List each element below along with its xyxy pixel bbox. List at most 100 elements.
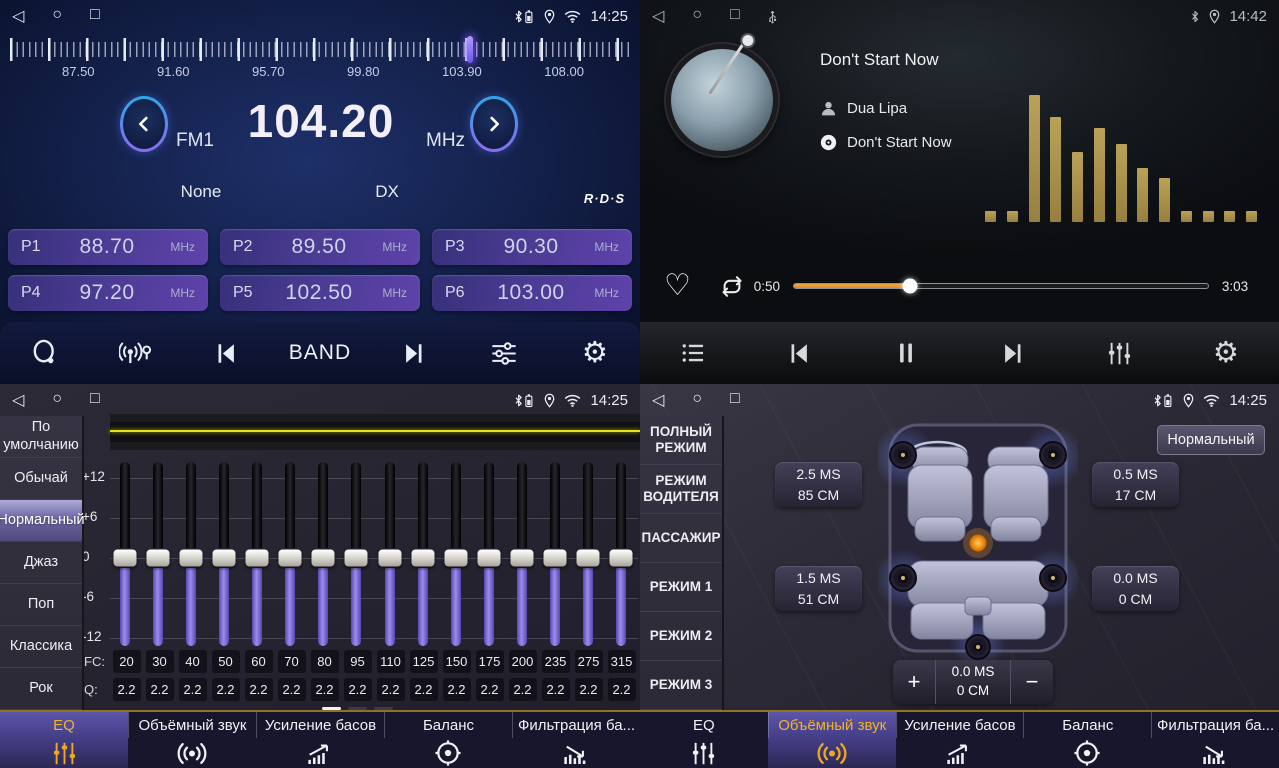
delay-increase-button[interactable]: +: [893, 660, 935, 704]
eq-band-slider-7[interactable]: [307, 462, 340, 648]
q-value-13[interactable]: 2.2: [509, 678, 537, 701]
tune-down-button[interactable]: [120, 96, 168, 152]
rear-left-delay-button[interactable]: 1.5 MS51 CM: [775, 566, 862, 611]
slider-handle[interactable]: [477, 550, 500, 567]
settings-button[interactable]: ⚙: [1198, 331, 1254, 375]
slider-handle[interactable]: [312, 550, 335, 567]
slider-handle[interactable]: [610, 550, 633, 567]
nav-home-icon[interactable]: ○: [52, 390, 62, 410]
playlist-button[interactable]: [665, 331, 721, 375]
eq-band-slider-2[interactable]: [141, 462, 174, 648]
pause-button[interactable]: [878, 331, 934, 375]
slider-handle[interactable]: [378, 550, 401, 567]
broadcast-button[interactable]: [108, 331, 164, 375]
q-value-7[interactable]: 2.2: [311, 678, 339, 701]
tab-filter[interactable]: Фильтрация ба...: [512, 712, 640, 768]
nav-recents-icon[interactable]: □: [90, 6, 100, 26]
skip-prev-button[interactable]: [772, 331, 828, 375]
slider-handle[interactable]: [179, 550, 202, 567]
fc-value-7[interactable]: 80: [311, 650, 339, 673]
fc-value-10[interactable]: 125: [410, 650, 438, 673]
slider-handle[interactable]: [577, 550, 600, 567]
fc-value-13[interactable]: 200: [509, 650, 537, 673]
fc-value-2[interactable]: 30: [146, 650, 174, 673]
tab-bass-boost[interactable]: Усиление басов: [256, 712, 384, 768]
q-value-4[interactable]: 2.2: [212, 678, 240, 701]
fc-value-15[interactable]: 275: [575, 650, 603, 673]
eq-horizontal-button[interactable]: [476, 331, 532, 375]
delay-decrease-button[interactable]: −: [1011, 660, 1053, 704]
staging-mode-4[interactable]: РЕЖИМ 1: [640, 563, 722, 612]
tab-surround[interactable]: Объёмный звук: [768, 712, 896, 768]
band-button[interactable]: BAND: [289, 331, 351, 375]
tune-up-button[interactable]: [470, 96, 518, 152]
preset-button-p4[interactable]: P497.20MHz: [8, 275, 208, 311]
fc-value-14[interactable]: 235: [542, 650, 570, 673]
staging-mode-2[interactable]: РЕЖИМ ВОДИТЕЛЯ: [640, 465, 722, 514]
fc-value-9[interactable]: 110: [377, 650, 405, 673]
q-value-1[interactable]: 2.2: [113, 678, 141, 701]
staging-mode-6[interactable]: РЕЖИМ 3: [640, 661, 722, 710]
preset-button-p6[interactable]: P6103.00MHz: [432, 275, 632, 311]
eq-preset-3[interactable]: Нормальный: [0, 500, 82, 542]
favorite-button[interactable]: ♡: [664, 271, 691, 301]
front-right-delay-button[interactable]: 0.5 MS17 CM: [1092, 462, 1179, 507]
scan-button[interactable]: [17, 331, 73, 375]
staging-mode-1[interactable]: ПОЛНЫЙ РЕЖИМ: [640, 416, 722, 465]
slider-handle[interactable]: [511, 550, 534, 567]
eq-band-slider-4[interactable]: [207, 462, 240, 648]
repeat-button[interactable]: [717, 274, 747, 299]
tab-bass-boost[interactable]: Усиление басов: [896, 712, 1024, 768]
fc-value-16[interactable]: 315: [608, 650, 636, 673]
q-value-6[interactable]: 2.2: [278, 678, 306, 701]
slider-handle[interactable]: [544, 550, 567, 567]
fc-value-5[interactable]: 60: [245, 650, 273, 673]
frequency-scale[interactable]: 87.5091.6095.7099.80103.90108.00: [8, 36, 632, 84]
q-value-3[interactable]: 2.2: [179, 678, 207, 701]
slider-handle[interactable]: [113, 550, 136, 567]
slider-handle[interactable]: [146, 550, 169, 567]
seek-bar-thumb[interactable]: [902, 279, 917, 294]
q-value-8[interactable]: 2.2: [344, 678, 372, 701]
nav-recents-icon[interactable]: □: [730, 390, 740, 410]
nav-back-icon[interactable]: ◁: [652, 6, 664, 26]
eq-band-slider-12[interactable]: [472, 462, 505, 648]
q-value-12[interactable]: 2.2: [476, 678, 504, 701]
eq-band-slider-13[interactable]: [506, 462, 539, 648]
settings-button[interactable]: ⚙: [567, 331, 623, 375]
eq-band-slider-15[interactable]: [572, 462, 605, 648]
skip-next-button[interactable]: [386, 331, 442, 375]
nav-home-icon[interactable]: ○: [692, 6, 702, 26]
staging-mode-3[interactable]: ПАССАЖИР: [640, 514, 722, 563]
tab-surround[interactable]: Объёмный звук: [128, 712, 256, 768]
eq-band-slider-9[interactable]: [373, 462, 406, 648]
slider-handle[interactable]: [345, 550, 368, 567]
eq-band-slider-1[interactable]: [108, 462, 141, 648]
eq-band-slider-14[interactable]: [539, 462, 572, 648]
preset-button-p5[interactable]: P5102.50MHz: [220, 275, 420, 311]
q-value-2[interactable]: 2.2: [146, 678, 174, 701]
tab-eq-vertical[interactable]: EQ: [0, 712, 128, 768]
staging-preset-button[interactable]: Нормальный: [1157, 425, 1265, 455]
fc-value-8[interactable]: 95: [344, 650, 372, 673]
fc-value-4[interactable]: 50: [212, 650, 240, 673]
nav-home-icon[interactable]: ○: [692, 390, 702, 410]
eq-vertical-button[interactable]: [1091, 331, 1147, 375]
nav-back-icon[interactable]: ◁: [652, 390, 664, 410]
eq-preset-5[interactable]: Поп: [0, 584, 82, 626]
eq-band-slider-16[interactable]: [605, 462, 638, 648]
q-value-14[interactable]: 2.2: [542, 678, 570, 701]
fc-value-12[interactable]: 175: [476, 650, 504, 673]
eq-band-slider-3[interactable]: [174, 462, 207, 648]
slider-handle[interactable]: [444, 550, 467, 567]
eq-preset-6[interactable]: Классика: [0, 626, 82, 668]
eq-band-slider-5[interactable]: [241, 462, 274, 648]
q-value-9[interactable]: 2.2: [377, 678, 405, 701]
fc-value-6[interactable]: 70: [278, 650, 306, 673]
nav-recents-icon[interactable]: □: [730, 6, 740, 26]
q-value-16[interactable]: 2.2: [608, 678, 636, 701]
eq-band-slider-10[interactable]: [406, 462, 439, 648]
q-value-5[interactable]: 2.2: [245, 678, 273, 701]
eq-band-slider-8[interactable]: [340, 462, 373, 648]
eq-preset-4[interactable]: Джаз: [0, 542, 82, 584]
